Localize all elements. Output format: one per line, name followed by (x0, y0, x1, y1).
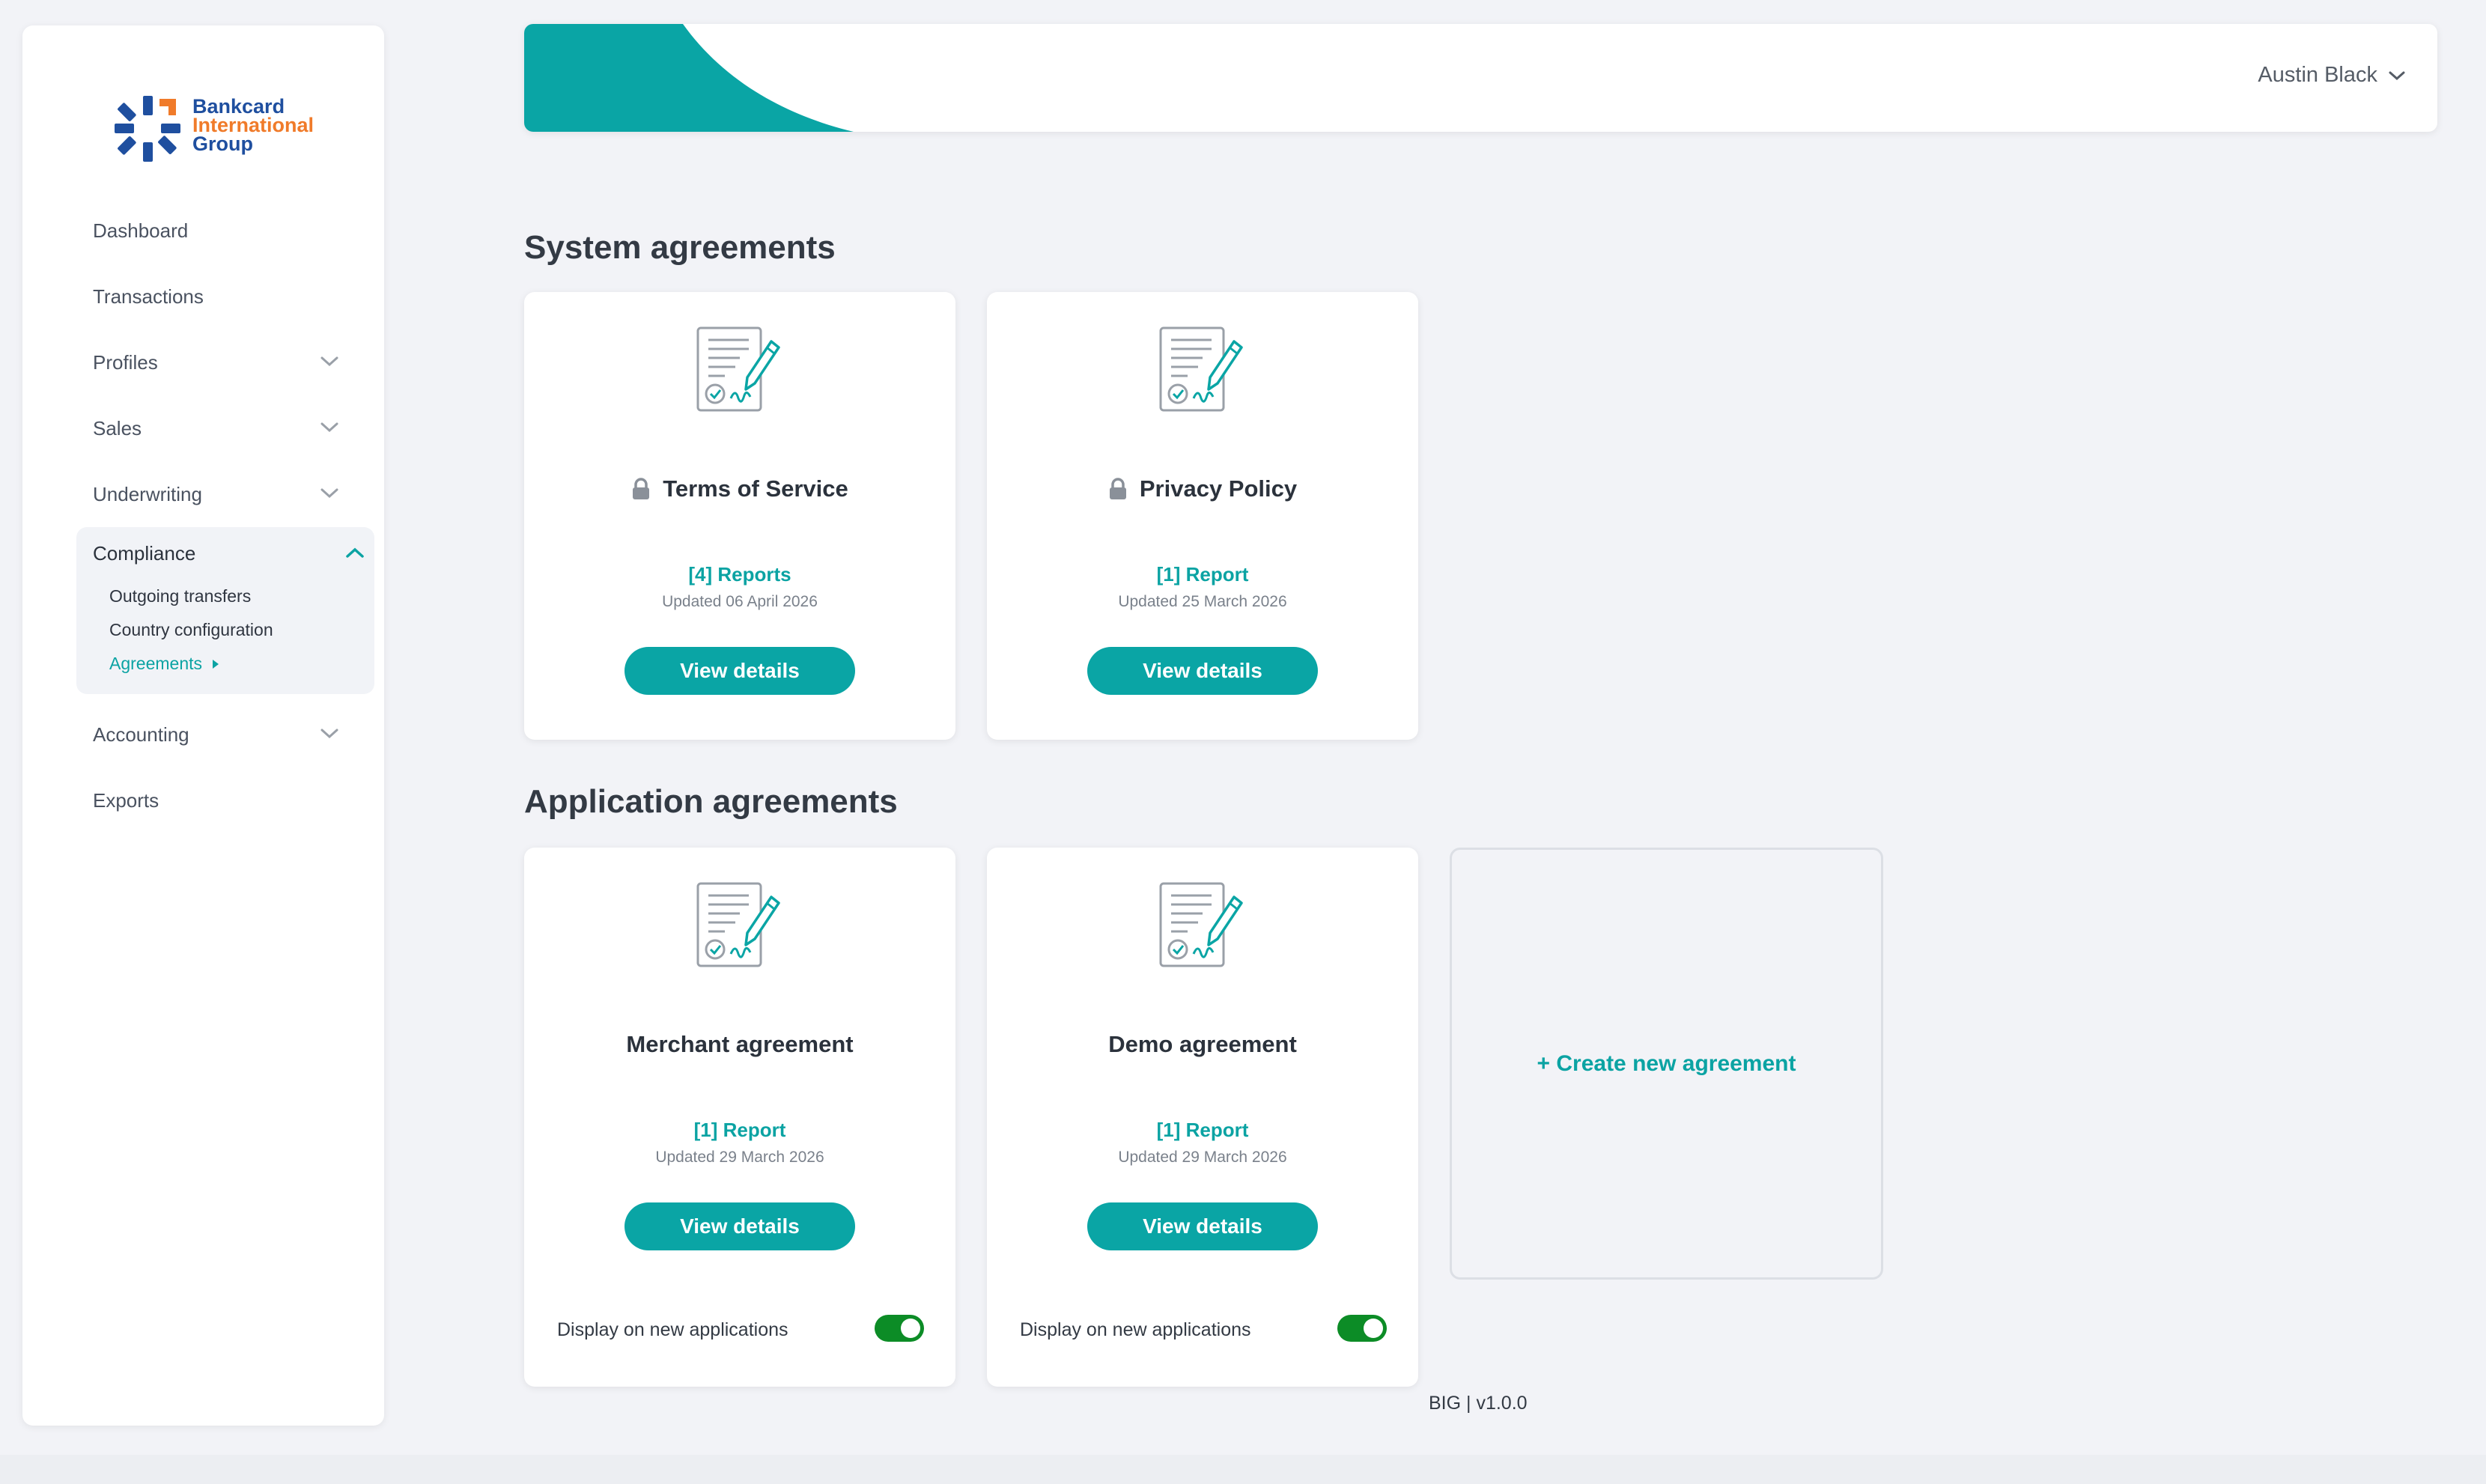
create-new-agreement-label: + Create new agreement (1537, 1050, 1796, 1076)
sidebar-item-label: Exports (93, 788, 159, 812)
sidebar-subitem-label: Country configuration (109, 620, 273, 639)
top-header: Austin Black (524, 24, 2437, 132)
agreement-title: Terms of Service (524, 475, 955, 502)
agreement-title-text: Privacy Policy (1139, 475, 1298, 502)
view-details-button[interactable]: View details (1087, 647, 1318, 695)
sidebar-item-exports[interactable]: Exports (54, 767, 353, 833)
sidebar-item-label: Underwriting (93, 482, 202, 505)
updated-date: Updated 25 March 2026 (1118, 593, 1287, 610)
sidebar-item-transactions[interactable]: Transactions (54, 264, 353, 329)
sidebar-subitem-label: Outgoing transfers (109, 586, 252, 606)
sidebar-subitem-label: Agreements (109, 654, 203, 673)
caret-right-icon (213, 659, 219, 669)
section-title-application: Application agreements (524, 783, 898, 820)
bankcard-logo-icon (115, 96, 180, 162)
brand-line-3: Group (192, 133, 253, 155)
sidebar-item-label: Compliance (93, 541, 196, 565)
updated-date: Updated 29 March 2026 (1118, 1149, 1287, 1166)
sidebar-item-label: Transactions (93, 285, 204, 308)
app-version-footer: BIG | v1.0.0 (1429, 1393, 1528, 1414)
header-accent-wave (524, 24, 854, 132)
user-menu[interactable]: Austin Black (2258, 63, 2406, 88)
sidebar-item-dashboard[interactable]: Dashboard (54, 198, 353, 264)
display-on-new-applications-toggle[interactable] (1337, 1315, 1387, 1342)
sidebar-item-underwriting[interactable]: Underwriting (54, 461, 353, 527)
reports-link[interactable]: [1] Report (987, 563, 1418, 586)
chevron-down-icon (320, 356, 338, 367)
page-bottom-strip (0, 1455, 2486, 1484)
sidebar-item-profiles[interactable]: Profiles (54, 329, 353, 395)
chevron-down-icon (2389, 71, 2405, 80)
view-details-button[interactable]: View details (1087, 1202, 1318, 1250)
brand-logo[interactable]: Bankcard International Group (94, 67, 348, 162)
sidebar: Bankcard International Group Dashboard T… (22, 25, 384, 1426)
sidebar-item-accounting[interactable]: Accounting (54, 702, 353, 767)
user-name: Austin Black (2258, 63, 2377, 87)
sidebar-item-label: Profiles (93, 350, 158, 374)
updated-date: Updated 29 March 2026 (655, 1149, 824, 1166)
chevron-down-icon (320, 729, 338, 739)
sidebar-item-label: Accounting (93, 723, 189, 746)
section-title-system: System agreements (524, 229, 836, 266)
agreement-title: Privacy Policy (987, 475, 1418, 502)
agreement-title-text: Demo agreement (1108, 1031, 1297, 1057)
signed-document-icon (696, 326, 780, 412)
sidebar-item-compliance[interactable]: Compliance (76, 527, 374, 580)
agreement-card-merchant: Merchant agreement [1] Report Updated 29… (524, 848, 955, 1387)
display-on-new-applications-label: Display on new applications (557, 1319, 788, 1340)
sidebar-nav: Dashboard Transactions Profiles Sales Un… (54, 198, 374, 833)
agreement-card-demo: Demo agreement [1] Report Updated 29 Mar… (987, 848, 1418, 1387)
sidebar-subitem-country-configuration[interactable]: Country configuration (76, 613, 374, 647)
agreement-card-privacy-policy: Privacy Policy [1] Report Updated 25 Mar… (987, 292, 1418, 740)
agreement-card-terms-of-service: Terms of Service [4] Reports Updated 06 … (524, 292, 955, 740)
chevron-down-icon (320, 488, 338, 499)
signed-document-icon (1159, 882, 1243, 967)
toggle-knob (901, 1319, 920, 1338)
reports-link[interactable]: [4] Reports (524, 563, 955, 586)
sidebar-item-label: Dashboard (93, 219, 189, 242)
sidebar-subitem-outgoing-transfers[interactable]: Outgoing transfers (76, 580, 374, 613)
agreement-title-text: Merchant agreement (626, 1031, 854, 1057)
reports-link[interactable]: [1] Report (524, 1119, 955, 1142)
chevron-up-icon (346, 547, 364, 558)
brand-name: Bankcard International Group (192, 97, 314, 155)
updated-date: Updated 06 April 2026 (662, 593, 818, 610)
agreement-title: Merchant agreement (524, 1031, 955, 1058)
agreement-title: Demo agreement (987, 1031, 1418, 1058)
create-new-agreement-card[interactable]: + Create new agreement (1450, 848, 1883, 1280)
sidebar-subitem-agreements[interactable]: Agreements (76, 647, 374, 681)
display-on-new-applications-toggle[interactable] (875, 1315, 924, 1342)
lock-icon (633, 478, 650, 499)
sidebar-item-label: Sales (93, 416, 142, 440)
signed-document-icon (696, 882, 780, 967)
toggle-knob (1364, 1319, 1383, 1338)
reports-link[interactable]: [1] Report (987, 1119, 1418, 1142)
view-details-button[interactable]: View details (624, 647, 855, 695)
signed-document-icon (1159, 326, 1243, 412)
view-details-button[interactable]: View details (624, 1202, 855, 1250)
sidebar-group-compliance: Compliance Outgoing transfers Country co… (76, 527, 374, 694)
agreement-title-text: Terms of Service (663, 475, 848, 502)
lock-icon (1109, 478, 1126, 499)
display-on-new-applications-label: Display on new applications (1020, 1319, 1251, 1340)
sidebar-item-sales[interactable]: Sales (54, 395, 353, 461)
chevron-down-icon (320, 422, 338, 433)
